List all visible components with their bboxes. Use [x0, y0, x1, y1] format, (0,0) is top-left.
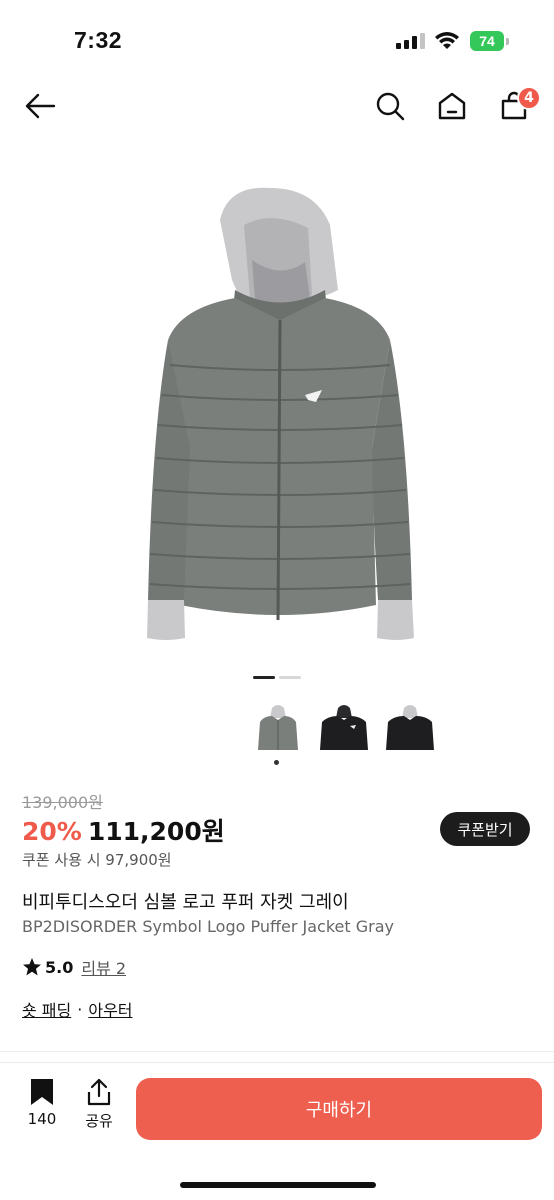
product-main-image[interactable]	[140, 180, 480, 650]
section-divider	[0, 1051, 554, 1052]
discount-rate: 20%	[22, 817, 82, 846]
buy-button[interactable]: 구매하기	[136, 1078, 542, 1140]
selected-thumb-dot	[274, 760, 279, 765]
home-icon	[438, 92, 466, 120]
wifi-icon	[435, 32, 459, 49]
home-indicator	[180, 1182, 376, 1188]
share-icon	[87, 1078, 111, 1106]
category-link-outer[interactable]: 아우터	[88, 997, 132, 1021]
battery-level: 74	[479, 33, 495, 49]
sale-price: 111,200원	[87, 817, 225, 846]
rating-score: 5.0	[45, 957, 74, 977]
home-button[interactable]	[428, 82, 476, 130]
battery-body: 74	[470, 31, 504, 51]
review-link[interactable]: 리뷰 2	[81, 955, 126, 979]
product-title-korean: 비피투디스오더 심볼 로고 푸퍼 자켓 그레이	[22, 892, 349, 913]
original-price: 139,000원	[22, 793, 103, 812]
search-button[interactable]	[366, 82, 414, 130]
star-icon	[23, 958, 41, 976]
share-label: 공유	[85, 1112, 113, 1130]
coupon-button[interactable]: 쿠폰받기	[440, 812, 530, 846]
battery-indicator: 74	[470, 31, 510, 51]
back-button[interactable]	[16, 82, 64, 130]
color-option-black-gray-hood[interactable]	[382, 700, 438, 756]
color-option-black[interactable]	[316, 700, 372, 756]
battery-cap	[506, 38, 509, 45]
top-nav	[0, 82, 554, 134]
bookmark-button[interactable]: 140	[18, 1078, 66, 1138]
rating-row: 5.0 리뷰 2	[22, 955, 126, 979]
bookmark-count: 140	[27, 1110, 57, 1128]
carousel-indicator-active	[253, 676, 275, 679]
status-time: 7:32	[74, 27, 123, 53]
share-button[interactable]: 공유	[76, 1078, 122, 1138]
cart-badge: 4	[517, 86, 541, 110]
carousel-indicator-inactive	[279, 676, 301, 679]
category-link-short-padding[interactable]: 숏 패딩	[22, 997, 71, 1021]
coupon-price: 쿠폰 사용 시 97,900원	[22, 851, 172, 869]
status-bar: 7:32 74	[0, 0, 554, 80]
signal-icon	[396, 33, 425, 49]
category-separator: ·	[77, 999, 83, 1019]
product-title-english: BP2DISORDER Symbol Logo Puffer Jacket Gr…	[22, 917, 394, 936]
back-arrow-icon	[25, 93, 56, 119]
price-row: 20% 111,200원	[22, 812, 225, 848]
category-breadcrumb: 숏 패딩 · 아우터	[22, 997, 133, 1021]
color-option-gray[interactable]	[250, 700, 306, 756]
bookmark-icon	[31, 1079, 53, 1105]
search-icon	[376, 92, 405, 121]
